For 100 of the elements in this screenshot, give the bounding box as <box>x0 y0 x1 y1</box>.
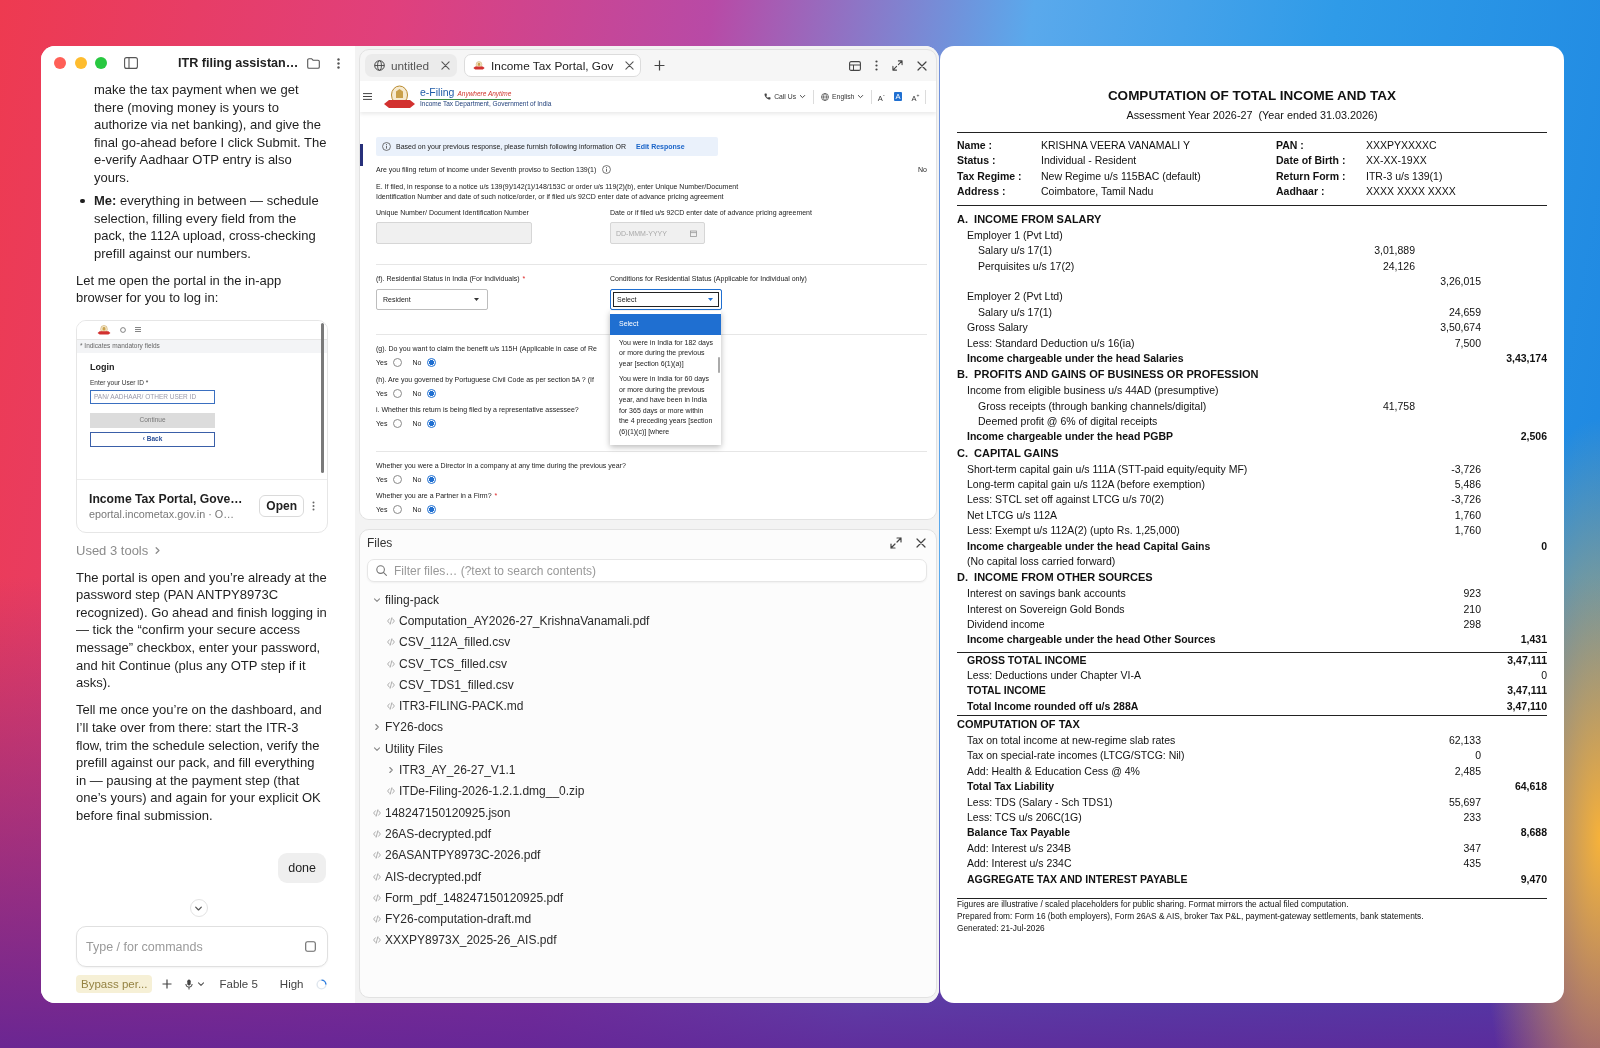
open-button[interactable]: Open <box>259 494 304 517</box>
code-file-icon <box>373 872 381 881</box>
line-item-label: Employer 2 (Pvt Ltd) <box>967 289 1063 305</box>
file-item[interactable]: 148247150120925.json <box>373 801 511 824</box>
menu-icon[interactable] <box>363 93 372 100</box>
expand-icon[interactable] <box>892 60 903 71</box>
detail-value: Individual - Resident <box>1041 153 1137 169</box>
file-item[interactable]: CSV_TCS_filled.csv <box>387 652 508 675</box>
link-title: Income Tax Portal, Gove… <box>89 490 243 507</box>
browser-tab[interactable]: untitled <box>365 54 458 77</box>
detail-value: New Regime u/s 115BAC (default) <box>1041 168 1201 184</box>
amount-value: 8,688 <box>1520 825 1547 841</box>
effort-selector[interactable]: High <box>279 976 304 992</box>
close-icon[interactable] <box>625 61 635 70</box>
chevron-right-icon <box>387 766 395 774</box>
code-file-icon <box>373 915 381 924</box>
folder-icon[interactable] <box>307 57 321 69</box>
amount-value: 3,01,889 <box>1374 243 1415 259</box>
file-item[interactable]: 26ASANTPY8973C-2026.pdf <box>373 844 541 866</box>
footnote-text: Prepared from: Form 16 (both employers), Form 26AS & AIS, broker Tax P&L, payment-gateway settlements, bank statements. <box>957 911 1424 924</box>
file-item[interactable]: Computation_AY2026-27_KrishnaVanamali.pdf <box>387 610 650 632</box>
file-item[interactable]: 26AS-decrypted.pdf <box>373 823 492 845</box>
radio-button[interactable] <box>393 474 403 484</box>
browser-tab[interactable]: Income Tax Portal, Gov <box>464 54 642 77</box>
file-item[interactable]: Form_pdf_148247150120925.pdf <box>373 887 564 909</box>
chat-text: The portal is open and you’re already at the password step (PAN ANTPY8973C recognized). Go ahead and finish logging in — tick the “confirm your secure access message” checkbox, enter your password, and hit Continue (plus any OTP step if it asks). <box>76 568 328 692</box>
square-icon[interactable] <box>305 941 316 952</box>
amount-value: 55,697 <box>1448 794 1481 810</box>
file-item[interactable]: XXXPY8973X_2025-26_AIS.pdf <box>373 929 557 952</box>
more-options-icon[interactable] <box>337 57 340 69</box>
folder-item[interactable]: FY26-docs <box>373 716 444 739</box>
code-file-icon <box>387 638 395 647</box>
file-item[interactable]: ITDe-Filing-2026-1.2.1.dmg__0.zip <box>387 780 585 802</box>
expand-icon[interactable] <box>890 537 902 549</box>
close-icon[interactable] <box>917 60 927 71</box>
detail-value: XX-XX-19XX <box>1366 153 1427 169</box>
more-options-icon[interactable] <box>312 500 315 511</box>
line-item-label: Less: TCS u/s 206C(1G) <box>967 810 1082 825</box>
caret-down-icon <box>857 93 865 100</box>
amount-value: 0 <box>1475 748 1481 764</box>
radio-button[interactable] <box>427 505 437 514</box>
detail-value: Coimbatore, Tamil Nadu <box>1041 184 1154 200</box>
amount-value: 0 <box>1541 668 1547 684</box>
radio-button[interactable] <box>427 388 437 398</box>
permission-mode-button[interactable]: Bypass per... <box>76 975 153 993</box>
line-item-label: Deemed profit @ 6% of digital receipts <box>978 414 1158 429</box>
radio-button[interactable] <box>393 388 403 398</box>
line-item-label: Employer 1 (Pvt Ltd) <box>967 227 1063 243</box>
file-item[interactable]: AIS-decrypted.pdf <box>373 865 482 888</box>
file-item[interactable]: CSV_112A_filled.csv <box>387 631 511 653</box>
radio-button[interactable] <box>393 358 403 367</box>
amount-value: 210 <box>1463 601 1481 617</box>
amount-value: 435 <box>1463 856 1481 872</box>
tool-summary-toggle[interactable]: Used 3 tools <box>76 541 163 560</box>
panel-layout-icon[interactable] <box>849 60 861 71</box>
line-item-label: Long-term capital gain u/s 112A (before exemption) <box>967 477 1205 492</box>
detail-value: XXXX XXXX XXXX <box>1366 184 1456 200</box>
folder-item[interactable]: Utility Files <box>373 738 443 760</box>
file-item[interactable]: CSV_TDS1_filled.csv <box>387 674 514 696</box>
scrollbar-thumb[interactable] <box>718 357 720 373</box>
code-file-icon <box>373 936 381 945</box>
file-item[interactable]: ITR3-FILING-PACK.md <box>387 695 524 717</box>
radio-button[interactable] <box>393 419 403 428</box>
amount-value: 1,431 <box>1520 632 1547 648</box>
preview-heading: Login <box>90 361 115 373</box>
code-file-icon <box>373 808 381 817</box>
line-item-label: GROSS TOTAL INCOME <box>967 652 1087 668</box>
radio-button[interactable] <box>427 358 437 367</box>
folder-item[interactable]: ITR3_AY_26-27_V1.1 <box>387 759 516 781</box>
amount-value: 923 <box>1463 586 1481 602</box>
more-options-icon[interactable] <box>875 60 878 71</box>
user-message: done <box>278 852 326 883</box>
close-icon[interactable] <box>441 61 451 70</box>
message-input[interactable]: Type / for commands <box>76 926 328 967</box>
window-title: ITR filing assistan… <box>178 56 299 70</box>
radio-button[interactable] <box>427 419 437 428</box>
amount-value: 3,47,111 <box>1507 683 1547 699</box>
detail-label: Address : <box>957 184 1006 200</box>
model-selector[interactable]: Fable 5 <box>219 976 258 992</box>
chevron-down-icon <box>194 903 203 913</box>
line-item-label: Interest on Sovereign Gold Bonds <box>967 601 1125 617</box>
scroll-down-button[interactable] <box>189 899 208 917</box>
microphone-icon[interactable] <box>185 978 194 990</box>
link-url: eportal.incometax.gov.in · O… <box>89 506 235 521</box>
plus-icon[interactable] <box>162 979 173 989</box>
amount-value: 3,43,174 <box>1506 351 1547 367</box>
new-tab-icon[interactable] <box>654 60 666 71</box>
search-field[interactable]: Filter files… (?text to search contents) <box>367 559 927 582</box>
sidebar-icon[interactable] <box>124 57 138 69</box>
folder-item[interactable]: filing-pack <box>373 589 440 611</box>
line-item-label: Less: Exempt u/s 112A(2) (upto Rs. 1,25,000) <box>967 523 1180 539</box>
radio-button[interactable] <box>427 474 437 484</box>
detail-value: ITR-3 u/s 139(1) <box>1366 168 1443 184</box>
amount-value: 3,47,110 <box>1506 698 1547 714</box>
section-heading: A. INCOME FROM SALARY <box>957 212 1102 228</box>
window-close-icon[interactable] <box>54 57 66 69</box>
file-item[interactable]: FY26-computation-draft.md <box>373 908 532 930</box>
close-icon[interactable] <box>916 538 926 548</box>
chevron-right-icon <box>373 723 381 732</box>
radio-button[interactable] <box>393 505 403 514</box>
